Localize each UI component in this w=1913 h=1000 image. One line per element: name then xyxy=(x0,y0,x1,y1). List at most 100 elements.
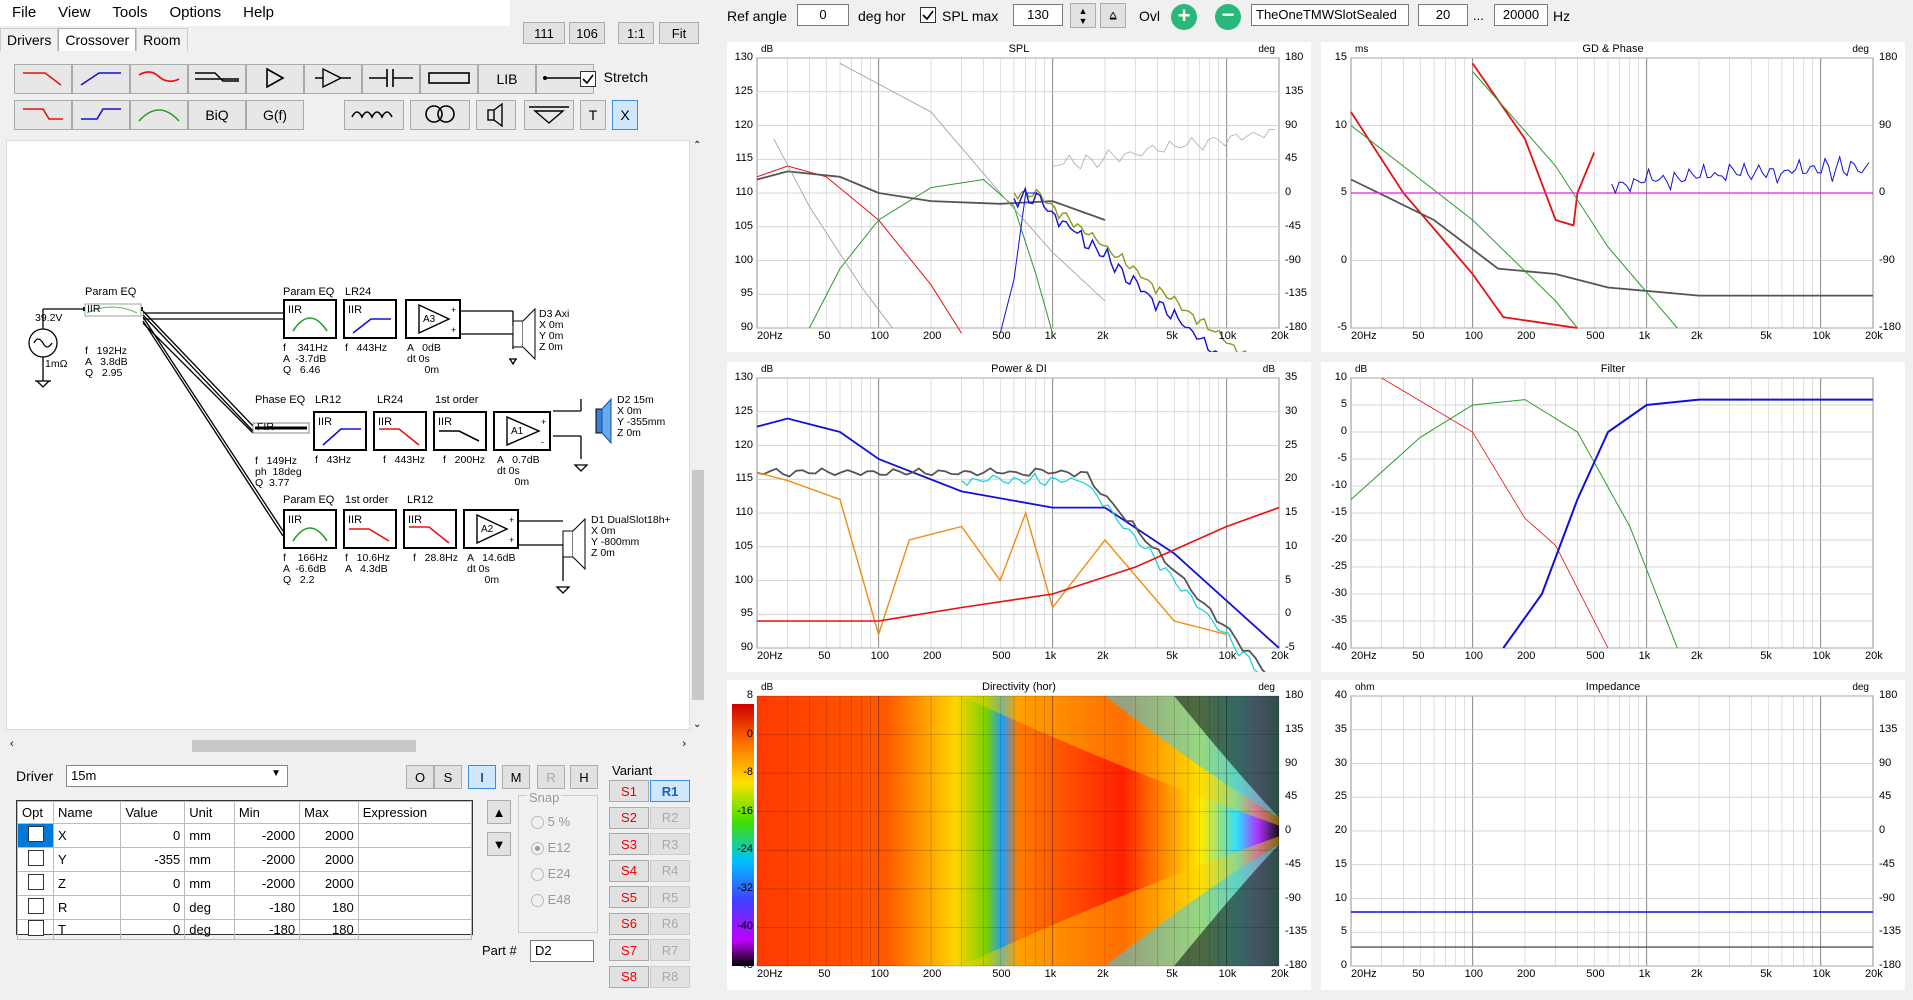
table-cell[interactable]: -2000 xyxy=(234,848,299,872)
resistor-button[interactable] xyxy=(420,64,478,94)
add-overlay-button[interactable]: + xyxy=(1171,4,1197,30)
menu-options[interactable]: Options xyxy=(157,0,231,21)
table-cell[interactable]: 0 xyxy=(121,920,185,940)
row1-peq-block[interactable]: IIR xyxy=(283,299,337,339)
stretch-checkbox[interactable]: Stretch xyxy=(580,69,648,87)
snap-option[interactable]: E24 xyxy=(531,866,571,881)
row1-amp-block[interactable]: A3 + + xyxy=(405,299,461,339)
variant-s2-button[interactable]: S2 xyxy=(609,807,649,829)
gf-button[interactable]: G(f) xyxy=(246,100,304,130)
chart-imp[interactable]: Impedance ohm deg 20Hz 50 100 200 500 1k 2k 5k 10k 2… xyxy=(1321,680,1905,990)
mode-o-button[interactable]: O xyxy=(406,765,434,789)
schematic-canvas[interactable]: 39.2V 1mΩ Param EQ IIR f 192Hz A 3.8dB Q… xyxy=(6,140,690,730)
highpass-shelf-blue-button[interactable] xyxy=(72,100,130,130)
variant-s7-button[interactable]: S7 xyxy=(609,939,649,961)
table-cell[interactable]: 2000 xyxy=(300,872,359,896)
scroll-left-icon[interactable]: ‹ xyxy=(10,738,14,750)
col-header-name[interactable]: Name xyxy=(54,802,121,824)
peaking-green-button[interactable] xyxy=(130,100,188,130)
driver-select[interactable]: 15m ▼ xyxy=(66,765,288,787)
menu-help[interactable]: Help xyxy=(231,0,284,21)
row1-lr-block[interactable]: IIR xyxy=(343,299,397,339)
table-cell[interactable]: -2000 xyxy=(234,872,299,896)
opt-checkbox[interactable] xyxy=(28,826,44,842)
scroll-right-icon[interactable]: › xyxy=(682,738,686,750)
allpass-button[interactable] xyxy=(188,64,246,94)
snap-option[interactable]: E48 xyxy=(531,892,571,907)
variant-r6-button[interactable]: R6 xyxy=(650,913,690,935)
spl-max-input[interactable]: 130 xyxy=(1013,4,1063,26)
schematic-hscroll[interactable]: ‹ › xyxy=(6,738,690,754)
ground-button[interactable] xyxy=(524,100,574,130)
table-cell[interactable]: -2000 xyxy=(234,824,299,848)
chart-filter[interactable]: Filter dB 20Hz 50 100 200 500 1k 2k 5k 10k 20k 10 5 0-… xyxy=(1321,362,1905,672)
menu-file[interactable]: File xyxy=(0,0,46,21)
table-cell[interactable]: 2000 xyxy=(300,824,359,848)
row2-lr2-block[interactable]: IIR xyxy=(373,411,427,451)
remove-overlay-button[interactable]: − xyxy=(1215,4,1241,30)
row3-peq-block[interactable]: IIR xyxy=(283,509,337,549)
scroll-down-icon[interactable]: ⌄ xyxy=(693,719,701,730)
variant-s1-button[interactable]: S1 xyxy=(609,780,649,802)
part-input[interactable]: D2 xyxy=(530,940,594,962)
variant-r8-button[interactable]: R8 xyxy=(650,966,690,988)
col-header-expression[interactable]: Expression xyxy=(358,802,471,824)
variant-s6-button[interactable]: S6 xyxy=(609,913,649,935)
table-row[interactable]: Y -355 mm -2000 2000 xyxy=(18,848,472,872)
variant-r7-button[interactable]: R7 xyxy=(650,939,690,961)
chart-power[interactable]: Power & DI dB dB 20Hz 50 100 200 500 1k 2k 5k 10k 20… xyxy=(727,362,1311,672)
mode-h-button[interactable]: H xyxy=(570,765,598,789)
lowpass-shelf-red-button[interactable] xyxy=(14,100,72,130)
zoom-1-1-button[interactable]: 1:1 xyxy=(618,22,654,44)
inductor-button[interactable] xyxy=(344,100,404,130)
table-cell[interactable]: 180 xyxy=(300,896,359,920)
mode-r-button[interactable]: R xyxy=(537,765,565,789)
table-cell[interactable]: 180 xyxy=(300,920,359,940)
scroll-up-icon[interactable]: ⌃ xyxy=(693,140,701,151)
table-row[interactable]: T 0 deg -180 180 xyxy=(18,920,472,940)
move-up-button[interactable]: ▲ xyxy=(487,800,511,824)
ref-angle-input[interactable]: 0 xyxy=(797,4,849,26)
f-min-input[interactable]: 20 xyxy=(1418,4,1468,26)
col-header-max[interactable]: Max xyxy=(300,802,359,824)
variant-s5-button[interactable]: S5 xyxy=(609,886,649,908)
variant-s8-button[interactable]: S8 xyxy=(609,966,649,988)
table-cell[interactable] xyxy=(358,896,471,920)
table-cell[interactable]: 0 xyxy=(121,872,185,896)
amplifier-button[interactable] xyxy=(246,64,304,94)
col-header-value[interactable]: Value xyxy=(121,802,185,824)
table-row[interactable]: R 0 deg -180 180 xyxy=(18,896,472,920)
schematic-vscroll[interactable]: ⌃ ⌄ xyxy=(690,140,706,730)
move-down-button[interactable]: ▼ xyxy=(487,832,511,856)
chart-spl[interactable]: SPL dB deg 20Hz 50 100 200 500 1k 2k 5k 10k 20k 130 12… xyxy=(727,42,1311,352)
col-header-opt[interactable]: Opt xyxy=(18,802,54,824)
chart-dir[interactable]: Directivity (hor) dB deg 20Hz 50 100 200 500 1k… xyxy=(727,680,1311,990)
table-cell[interactable] xyxy=(358,848,471,872)
highpass-blue-button[interactable] xyxy=(72,64,130,94)
spl-max-checkbox[interactable] xyxy=(920,6,936,23)
row3-amp-block[interactable]: A2 + + xyxy=(463,509,519,549)
table-cell[interactable]: -180 xyxy=(234,896,299,920)
zoom-111-button[interactable]: 111 xyxy=(523,22,565,44)
table-cell[interactable]: -355 xyxy=(121,848,185,872)
tab-room[interactable]: Room xyxy=(136,28,187,51)
text-tool-button[interactable]: T xyxy=(580,100,606,130)
variant-r4-button[interactable]: R4 xyxy=(650,860,690,882)
opt-checkbox[interactable] xyxy=(28,920,44,936)
col-header-min[interactable]: Min xyxy=(234,802,299,824)
table-cell[interactable]: -180 xyxy=(234,920,299,940)
transformer-button[interactable] xyxy=(410,100,470,130)
opt-checkbox[interactable] xyxy=(28,874,44,890)
speaker-button[interactable] xyxy=(476,100,516,130)
mode-i-button[interactable]: I xyxy=(468,765,496,789)
table-cell[interactable]: 2000 xyxy=(300,848,359,872)
buffer-amplifier-button[interactable] xyxy=(304,64,362,94)
variant-r2-button[interactable]: R2 xyxy=(650,807,690,829)
row3-lr-block[interactable]: IIR xyxy=(403,509,457,549)
lowpass-red-button[interactable] xyxy=(14,64,72,94)
variant-s3-button[interactable]: S3 xyxy=(609,833,649,855)
collapse-button[interactable]: ⩠ xyxy=(1100,3,1126,28)
table-cell[interactable] xyxy=(358,920,471,940)
library-button[interactable]: LIB xyxy=(478,64,536,94)
table-cell[interactable] xyxy=(358,872,471,896)
